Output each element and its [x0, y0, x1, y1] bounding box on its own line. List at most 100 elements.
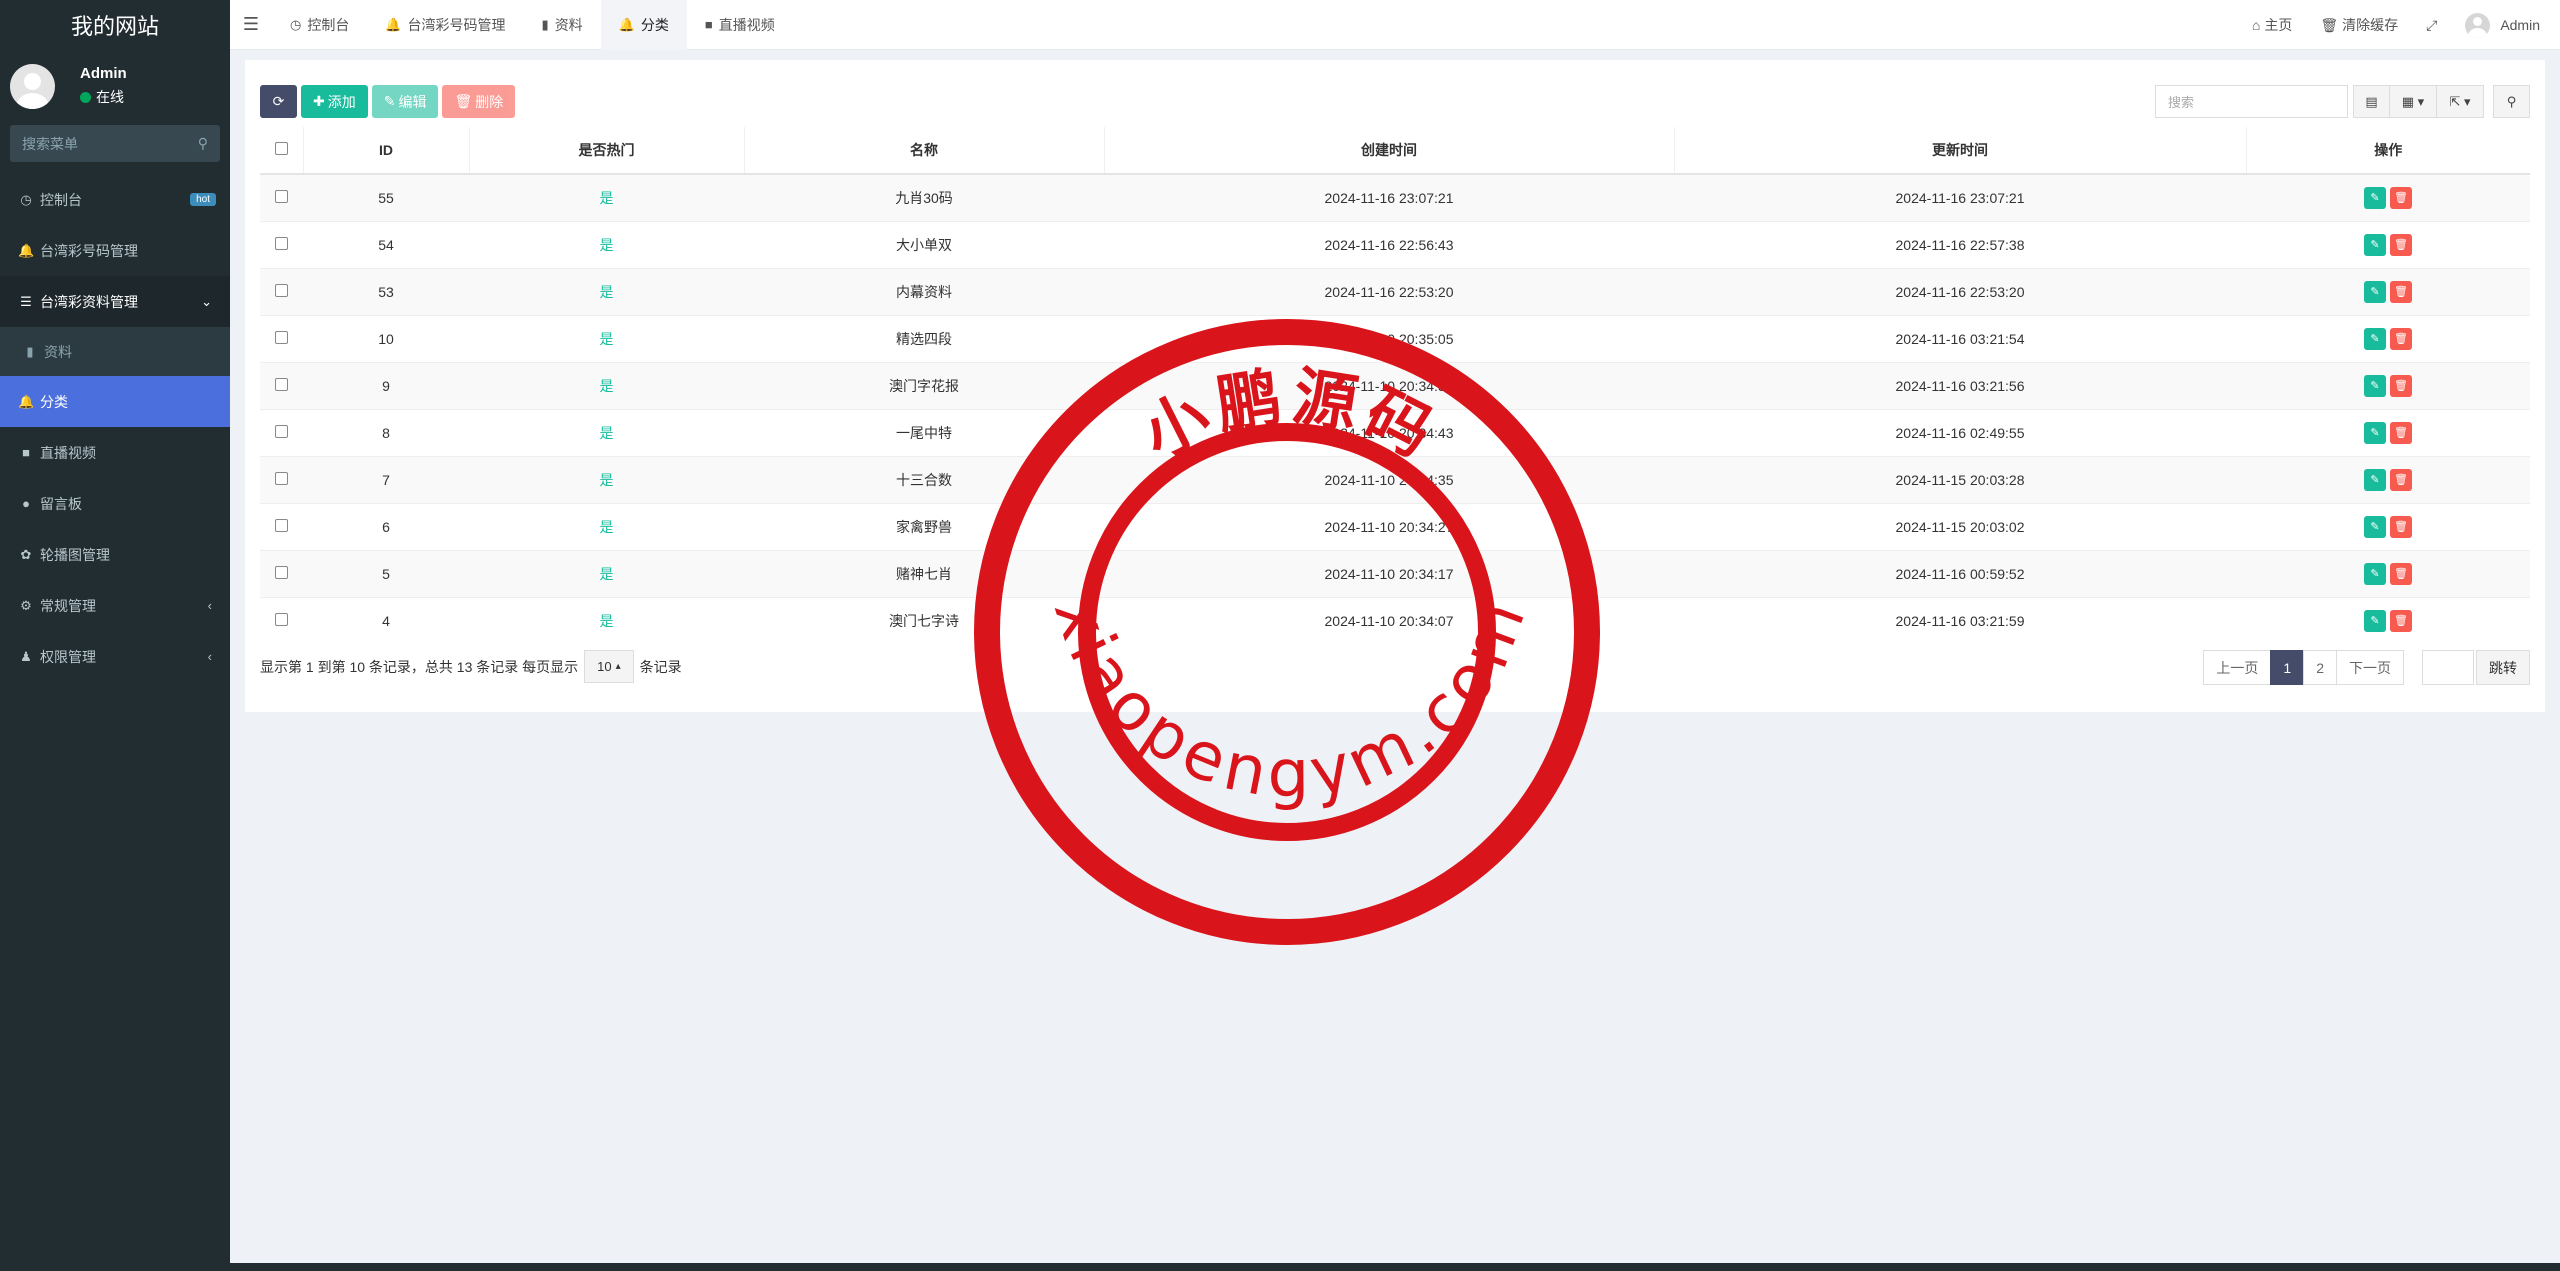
cell-hot[interactable]: 是 [469, 314, 744, 362]
row-edit-button[interactable]: ✎ [2364, 468, 2386, 491]
table-row[interactable]: 54 是大小单双 2024-11-16 22:56:43 2024-11-16 22:… [260, 220, 2530, 268]
page-button-1[interactable]: 1 [2270, 650, 2305, 685]
select-all-cell[interactable] [260, 127, 304, 175]
cell-hot[interactable]: 是 [469, 173, 744, 221]
row-checkbox[interactable] [275, 283, 288, 297]
tab-number-management[interactable]: 🔔 台湾彩号码管理 [367, 0, 523, 50]
column-header-created[interactable]: 创建时间 [1104, 127, 1675, 175]
row-edit-button[interactable]: ✎ [2364, 280, 2386, 303]
row-select-cell[interactable] [260, 173, 303, 221]
row-select-cell[interactable] [260, 408, 303, 456]
menu-search-input[interactable]: 搜索菜单 ⚲ [10, 125, 220, 162]
cell-hot[interactable]: 是 [469, 220, 744, 268]
sidebar-item-data-management[interactable]: ☰ 台湾彩资料管理 ⌄ [0, 276, 230, 327]
row-delete-button[interactable]: 🗑 [2390, 233, 2412, 256]
sidebar-item-materials[interactable]: ▮ 资料 [0, 327, 230, 376]
row-edit-button[interactable]: ✎ [2364, 233, 2386, 256]
row-delete-button[interactable]: 🗑 [2390, 280, 2412, 303]
sidebar-item-number-management[interactable]: 🔔 台湾彩号码管理 [0, 225, 230, 276]
row-edit-button[interactable]: ✎ [2364, 421, 2386, 444]
search-icon[interactable]: ⚲ [198, 135, 208, 152]
row-select-cell[interactable] [260, 314, 303, 362]
row-select-cell[interactable] [260, 455, 303, 503]
sidebar-item-general[interactable]: ⚙ 常规管理 ‹ [0, 580, 230, 631]
table-row[interactable]: 9 是澳门字花报 2024-11-10 20:34:51 2024-11-16 03:… [260, 361, 2530, 409]
export-button[interactable]: ⇱ ▾ [2436, 85, 2484, 118]
table-row[interactable]: 5 是赌神七肖 2024-11-10 20:34:17 2024-11-16 00:5… [260, 549, 2530, 597]
select-all-checkbox[interactable] [274, 142, 288, 155]
sidebar-item-message-board[interactable]: ● 留言板 [0, 478, 230, 529]
user-menu[interactable]: Admin [2451, 12, 2560, 38]
column-header-name[interactable]: 名称 [744, 127, 1105, 175]
column-header-id[interactable]: ID [303, 127, 470, 175]
sidebar-item-dashboard[interactable]: ◷ 控制台 hot [0, 174, 230, 225]
jump-button[interactable]: 跳转 [2476, 650, 2530, 685]
tab-dashboard[interactable]: ◷ 控制台 [272, 0, 367, 50]
column-header-hot[interactable]: 是否热门 [469, 127, 745, 175]
cell-hot[interactable]: 是 [469, 267, 744, 315]
row-checkbox[interactable] [275, 377, 288, 391]
row-edit-button[interactable]: ✎ [2364, 562, 2386, 585]
table-row[interactable]: 7 是十三合数 2024-11-10 20:34:35 2024-11-15 20:0… [260, 455, 2530, 503]
row-checkbox[interactable] [275, 189, 288, 203]
sidebar-item-category[interactable]: 🔔 分类 [0, 376, 230, 427]
delete-button[interactable]: 🗑 删除 [442, 85, 516, 118]
table-search-input[interactable]: 搜索 [2155, 85, 2348, 118]
cell-hot[interactable]: 是 [469, 502, 744, 550]
sidebar-item-live-video[interactable]: ■ 直播视频 [0, 427, 230, 478]
row-delete-button[interactable]: 🗑 [2390, 186, 2412, 209]
row-checkbox[interactable] [275, 330, 288, 344]
row-delete-button[interactable]: 🗑 [2390, 374, 2412, 397]
row-delete-button[interactable]: 🗑 [2390, 515, 2412, 538]
table-row[interactable]: 6 是家禽野兽 2024-11-10 20:34:27 2024-11-15 20:0… [260, 502, 2530, 550]
row-delete-button[interactable]: 🗑 [2390, 609, 2412, 632]
row-select-cell[interactable] [260, 220, 303, 268]
next-page-button[interactable]: 下一页 [2336, 650, 2404, 685]
row-checkbox[interactable] [275, 236, 288, 250]
cell-hot[interactable]: 是 [469, 455, 744, 503]
table-row[interactable]: 8 是一尾中特 2024-11-10 20:34:43 2024-11-16 02:4… [260, 408, 2530, 456]
row-delete-button[interactable]: 🗑 [2390, 421, 2412, 444]
row-delete-button[interactable]: 🗑 [2390, 468, 2412, 491]
row-checkbox[interactable] [275, 518, 288, 532]
page-button-2[interactable]: 2 [2303, 650, 2337, 685]
edit-button[interactable]: ✎ 编辑 [371, 85, 439, 118]
row-delete-button[interactable]: 🗑 [2390, 327, 2412, 350]
row-checkbox[interactable] [275, 424, 288, 438]
prev-page-button[interactable]: 上一页 [2203, 650, 2272, 685]
table-row[interactable]: 10 是精选四段 2024-11-10 20:35:05 2024-11-16 03:… [260, 314, 2530, 362]
tab-live-video[interactable]: ■ 直播视频 [687, 0, 793, 50]
cell-hot[interactable]: 是 [469, 408, 744, 456]
row-checkbox[interactable] [275, 612, 288, 626]
page-size-select[interactable]: 10 ▴ [584, 650, 634, 683]
clear-cache-button[interactable]: 🗑 清除缓存 [2306, 15, 2412, 35]
table-row[interactable]: 4 是澳门七字诗 2024-11-10 20:34:07 2024-11-16 03:… [260, 596, 2530, 644]
refresh-button[interactable]: ⟳ [260, 85, 297, 118]
row-select-cell[interactable] [260, 361, 303, 409]
row-edit-button[interactable]: ✎ [2364, 186, 2386, 209]
row-edit-button[interactable]: ✎ [2364, 609, 2386, 632]
row-checkbox[interactable] [275, 471, 288, 485]
advanced-search-button[interactable]: ⚲ [2493, 85, 2530, 118]
row-delete-button[interactable]: 🗑 [2390, 562, 2412, 585]
menu-toggle-icon[interactable]: ☰ [230, 14, 272, 35]
home-link[interactable]: ⌂ 主页 [2238, 15, 2306, 35]
sidebar-item-permissions[interactable]: ♟ 权限管理 ‹ [0, 631, 230, 682]
toggle-view-button[interactable]: ▤ [2353, 85, 2390, 118]
tab-materials[interactable]: ▮ 资料 [524, 0, 601, 50]
row-edit-button[interactable]: ✎ [2364, 515, 2386, 538]
cell-hot[interactable]: 是 [469, 596, 744, 644]
row-select-cell[interactable] [260, 549, 303, 597]
column-header-updated[interactable]: 更新时间 [1674, 127, 2247, 175]
cell-hot[interactable]: 是 [469, 549, 744, 597]
sidebar-item-carousel[interactable]: ✿ 轮播图管理 [0, 529, 230, 580]
row-select-cell[interactable] [260, 596, 303, 644]
row-select-cell[interactable] [260, 267, 303, 315]
jump-page-input[interactable] [2422, 650, 2474, 685]
add-button[interactable]: ✚ 添加 [301, 85, 368, 118]
row-checkbox[interactable] [275, 565, 288, 579]
row-select-cell[interactable] [260, 502, 303, 550]
columns-button[interactable]: ▦ ▾ [2389, 85, 2437, 118]
cell-hot[interactable]: 是 [469, 361, 744, 409]
table-row[interactable]: 55 是九肖30码 2024-11-16 23:07:21 2024-11-16 23… [260, 173, 2530, 221]
